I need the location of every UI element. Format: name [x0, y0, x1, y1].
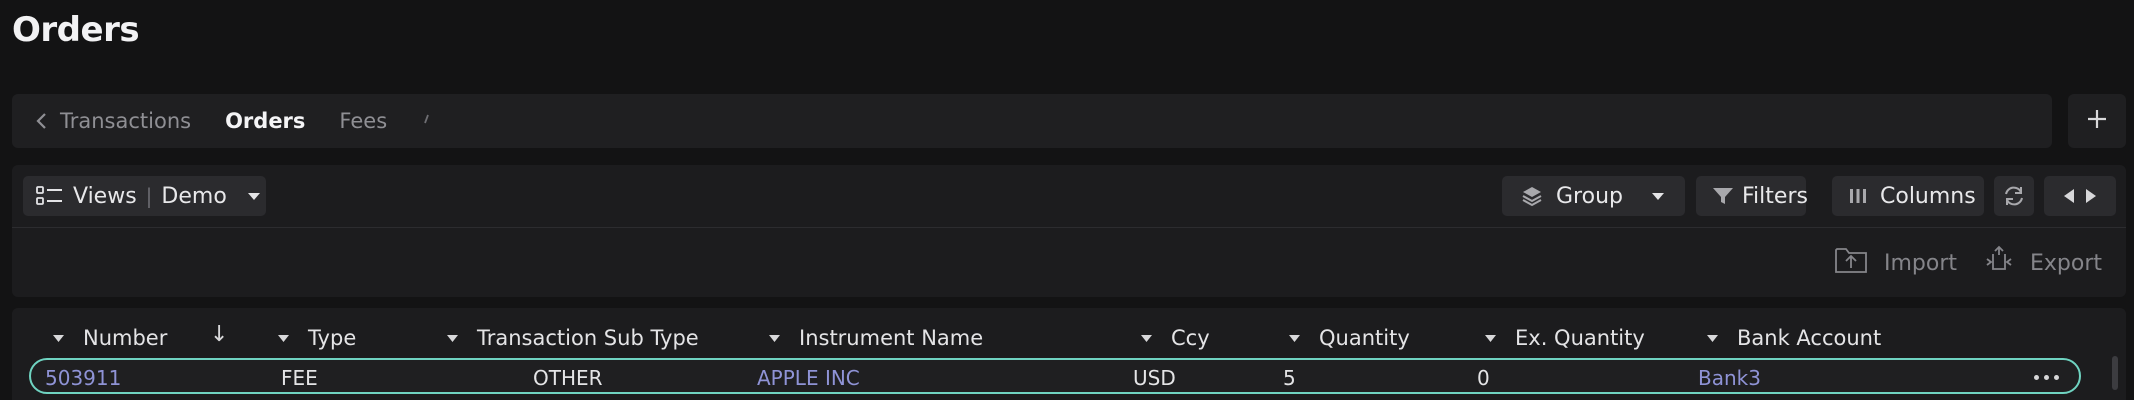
import-button[interactable]: Import — [1834, 243, 1957, 283]
caret-down-icon[interactable] — [52, 334, 65, 343]
caret-down-icon — [247, 191, 261, 201]
import-label: Import — [1884, 250, 1958, 276]
cell-bank-account[interactable]: Bank3 — [1698, 366, 1761, 390]
triangle-right-icon[interactable] — [2085, 188, 2097, 204]
triangle-left-icon[interactable] — [2063, 188, 2075, 204]
table-row[interactable]: 503911 FEE OTHER APPLE INC USD 5 0 Bank3 — [29, 358, 2081, 394]
cell-ccy: USD — [1133, 366, 1176, 390]
list-icon — [35, 184, 65, 208]
more-horizontal-icon[interactable] — [2034, 375, 2059, 380]
column-header-ex-quantity[interactable]: Ex. Quantity — [1484, 318, 1645, 358]
view-name: Demo — [161, 183, 227, 209]
column-label: Bank Account — [1737, 326, 1882, 350]
export-label: Export — [2030, 250, 2103, 276]
menu-dot — [2044, 375, 2049, 380]
sort-descending-icon[interactable]: ↓ — [210, 322, 228, 347]
column-header-sub-type[interactable]: Transaction Sub Type — [446, 318, 699, 358]
caret-down-icon[interactable] — [1288, 334, 1301, 343]
layers-icon — [1520, 184, 1544, 208]
cell-type: FEE — [281, 366, 318, 390]
columns-icon — [1848, 186, 1868, 206]
group-label: Group — [1556, 183, 1623, 209]
caret-down-icon[interactable] — [1140, 334, 1153, 343]
column-header-number[interactable]: Number — [52, 318, 167, 358]
filters-label: Filters — [1742, 183, 1808, 209]
tab-transactions[interactable]: Transactions — [60, 109, 191, 133]
cell-ex-quantity: 0 — [1477, 366, 1490, 390]
column-label: Instrument Name — [799, 326, 984, 350]
column-label: Number — [83, 326, 168, 350]
column-header-quantity[interactable]: Quantity — [1288, 318, 1410, 358]
refresh-icon — [2002, 184, 2026, 208]
chevron-left-icon[interactable] — [32, 111, 52, 131]
caret-down-icon — [1651, 191, 1665, 201]
plus-icon — [2086, 108, 2108, 134]
filters-button[interactable]: Filters — [1696, 176, 1808, 216]
cell-quantity: 5 — [1283, 366, 1296, 390]
toolbar-divider — [12, 227, 2126, 228]
column-header-type[interactable]: Type — [277, 318, 356, 358]
views-separator: | — [145, 184, 153, 208]
caret-down-icon[interactable] — [1706, 334, 1719, 343]
column-label: Type — [308, 326, 357, 350]
column-label: Quantity — [1319, 326, 1410, 350]
menu-dot — [2054, 375, 2059, 380]
column-header-ccy[interactable]: Ccy — [1140, 318, 1210, 358]
caret-down-icon[interactable] — [1484, 334, 1497, 343]
group-button[interactable]: Group — [1502, 176, 1685, 216]
column-header-instrument[interactable]: Instrument Name — [768, 318, 983, 358]
upload-folder-icon — [1834, 244, 1868, 282]
caret-down-icon[interactable] — [768, 334, 781, 343]
vertical-scrollbar[interactable] — [2112, 356, 2118, 390]
toolbar-panel: Views | Demo Group Filters Columns Impor… — [12, 165, 2126, 297]
views-button[interactable]: Views | Demo — [23, 176, 266, 216]
tab-scroll-icon — [421, 112, 431, 131]
column-label: Ccy — [1171, 326, 1210, 350]
export-button[interactable]: Export — [1984, 243, 2102, 283]
menu-dot — [2034, 375, 2039, 380]
column-pager[interactable] — [2044, 176, 2116, 216]
columns-label: Columns — [1880, 183, 1976, 209]
columns-button[interactable]: Columns — [1832, 176, 1984, 216]
cell-sub-type: OTHER — [533, 366, 603, 390]
page-title: Orders — [12, 10, 140, 50]
cell-instrument[interactable]: APPLE INC — [757, 366, 860, 390]
column-label: Ex. Quantity — [1515, 326, 1645, 350]
orders-grid: Number ↓ Type Transaction Sub Type Instr… — [12, 308, 2126, 400]
add-tab-button[interactable] — [2068, 94, 2126, 148]
tabs-bar: Transactions Orders Fees — [12, 94, 2052, 148]
export-arrows-icon — [1984, 245, 2014, 281]
column-label: Transaction Sub Type — [477, 326, 699, 350]
cell-number[interactable]: 503911 — [45, 366, 121, 390]
column-header-bank-account[interactable]: Bank Account — [1706, 318, 1881, 358]
caret-down-icon[interactable] — [446, 334, 459, 343]
views-label: Views — [73, 183, 137, 209]
filter-icon — [1712, 186, 1734, 206]
refresh-button[interactable] — [1994, 176, 2034, 216]
tab-fees[interactable]: Fees — [339, 109, 387, 133]
caret-down-icon[interactable] — [277, 334, 290, 343]
tab-orders[interactable]: Orders — [225, 109, 305, 133]
